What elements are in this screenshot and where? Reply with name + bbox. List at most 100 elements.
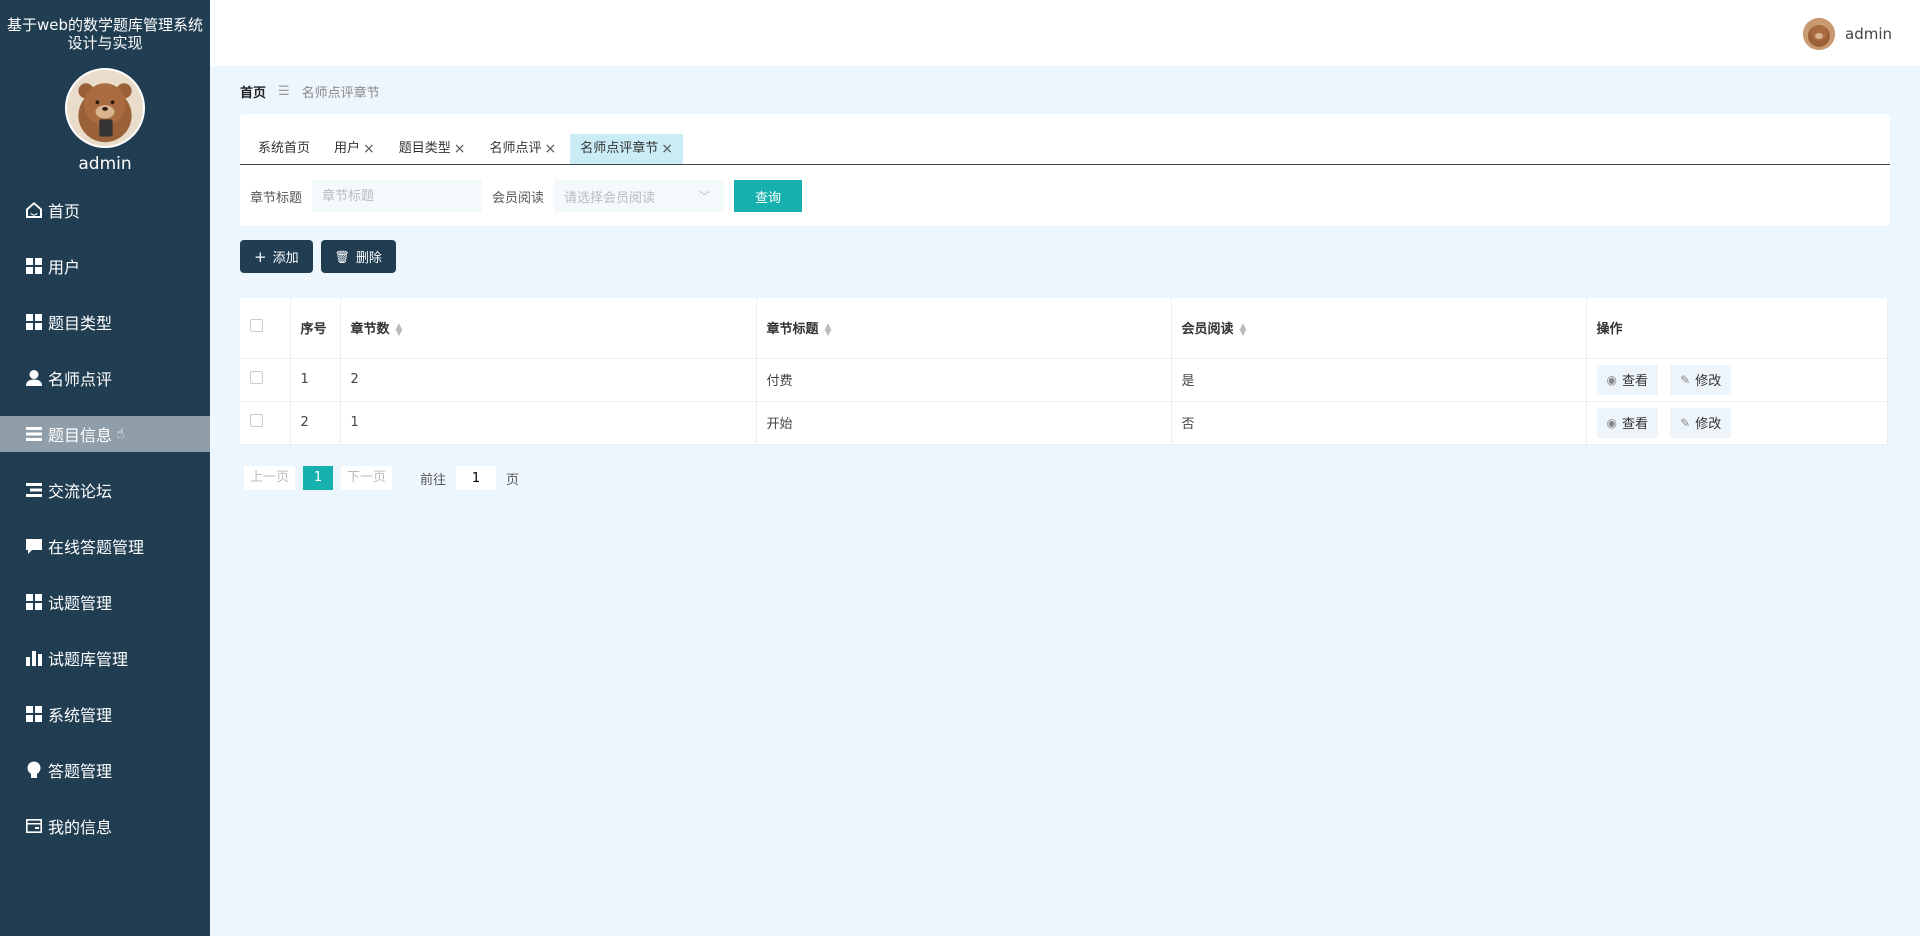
filter-panel: 系统首页 用户 × 题目类型 × 名师点评 × 名师点评章节 × 章节标题 会员… — [240, 114, 1890, 226]
user-menu[interactable]: admin — [1803, 18, 1892, 50]
breadcrumb: 首页 ☰ 名师点评章节 — [240, 82, 380, 101]
cell-chapter-num: 1 — [340, 401, 757, 445]
next-page-button[interactable]: 下一页 — [341, 466, 393, 490]
close-icon[interactable]: × — [454, 134, 466, 164]
member-read-select[interactable]: 请选择会员阅读 ﹀ — [554, 180, 725, 212]
sidebar-item-label: 试题库管理 — [48, 650, 129, 669]
bulb-icon — [24, 760, 44, 780]
avatar-wrap — [0, 68, 210, 148]
cell-operation: ◉ 查看 ✎ 修改 — [1586, 358, 1888, 402]
wallet-icon — [24, 816, 44, 836]
header-label: 章节标题 — [766, 322, 819, 338]
indent-list-icon — [24, 480, 44, 500]
plus-icon: + — [254, 247, 267, 266]
table-header-row: 序号 章节数 ▲ ▼ 章节标题 ▲ ▼ 会员阅读 ▲ ▼ 操作 — [240, 298, 1888, 359]
sidebar-item-label: 名师点评 — [48, 370, 113, 389]
system-title: 基于web的数学题库管理系统设计与实现 — [6, 16, 204, 52]
chapter-title-label: 章节标题 — [250, 190, 303, 206]
header-label: 会员阅读 — [1181, 322, 1234, 338]
row-select-cell — [240, 358, 291, 402]
add-button-label: 添加 — [272, 251, 299, 266]
data-table: 序号 章节数 ▲ ▼ 章节标题 ▲ ▼ 会员阅读 ▲ ▼ 操作 1 2 付费 是 ◉ 查看 ✎… — [240, 298, 1888, 445]
prev-page-button[interactable]: 上一页 — [244, 466, 296, 490]
pagination: 上一页 1 下一页 前往 页 — [244, 466, 519, 490]
tab-users[interactable]: 用户 × — [324, 134, 385, 164]
sidebar-item-home[interactable]: 首页 — [0, 192, 210, 228]
member-read-label: 会员阅读 — [492, 190, 545, 206]
grid-icon — [24, 592, 44, 612]
cell-member-read: 是 — [1171, 358, 1587, 402]
bar-chart-icon — [24, 648, 44, 668]
edit-button[interactable]: ✎ 修改 — [1670, 407, 1732, 438]
select-all-cell — [240, 298, 291, 359]
view-button[interactable]: ◉ 查看 — [1596, 364, 1658, 395]
table-row: 2 1 开始 否 ◉ 查看 ✎ 修改 — [240, 401, 1888, 445]
query-button[interactable]: 查询 — [734, 180, 803, 212]
view-button[interactable]: ◉ 查看 — [1596, 407, 1658, 438]
grid-icon — [24, 312, 44, 332]
tab-bar: 系统首页 用户 × 题目类型 × 名师点评 × 名师点评章节 × — [240, 134, 1890, 165]
edit-label: 修改 — [1695, 374, 1722, 389]
avatar[interactable] — [65, 68, 145, 148]
goto-label: 前往 — [420, 472, 447, 488]
list-icon — [24, 424, 44, 444]
goto-page: 前往 页 — [420, 466, 519, 490]
row-checkbox[interactable] — [250, 414, 263, 427]
sidebar-item-label: 答题管理 — [48, 762, 113, 781]
tab-label: 用户 — [334, 141, 361, 156]
tab-teacher-review[interactable]: 名师点评 × — [480, 134, 567, 164]
sidebar-item-online-answer[interactable]: 在线答题管理 — [0, 528, 210, 564]
close-icon[interactable]: × — [545, 134, 557, 164]
sort-icon[interactable]: ▲ ▼ — [825, 322, 832, 337]
select-all-checkbox[interactable] — [250, 319, 263, 333]
sidebar-item-question-bank[interactable]: 试题库管理 — [0, 640, 210, 676]
edit-label: 修改 — [1695, 417, 1722, 432]
breadcrumb-separator-icon: ☰ — [278, 84, 290, 99]
grid-icon — [24, 256, 44, 276]
tab-system-home[interactable]: 系统首页 — [248, 134, 320, 164]
header-chapter-title[interactable]: 章节标题 ▲ ▼ — [756, 298, 1172, 359]
cursor-hand-icon: ☝ — [116, 426, 125, 442]
sidebar-item-teacher-review[interactable]: 名师点评 — [0, 360, 210, 396]
sidebar-item-forum[interactable]: 交流论坛 — [0, 472, 210, 508]
eye-icon: ◉ — [1606, 372, 1617, 387]
delete-button-label: 删除 — [355, 251, 382, 266]
header-chapter-num[interactable]: 章节数 ▲ ▼ — [340, 298, 757, 359]
view-label: 查看 — [1621, 374, 1648, 389]
tab-question-types[interactable]: 题目类型 × — [389, 134, 476, 164]
home-icon — [24, 200, 44, 220]
sidebar-item-answer-management[interactable]: 答题管理 — [0, 752, 210, 788]
page-number-current[interactable]: 1 — [303, 466, 334, 490]
eye-icon: ◉ — [1606, 415, 1617, 430]
delete-button[interactable]: 🗑 删除 — [320, 240, 396, 273]
chapter-title-input[interactable] — [312, 180, 483, 212]
edit-button[interactable]: ✎ 修改 — [1670, 364, 1732, 395]
goto-page-input[interactable] — [456, 466, 497, 490]
add-button[interactable]: + 添加 — [240, 240, 313, 273]
tab-teacher-review-chapters[interactable]: 名师点评章节 × — [570, 134, 684, 164]
trash-icon: 🗑 — [334, 249, 350, 264]
sidebar-item-question-info[interactable]: 题目信息 ☝ — [0, 416, 210, 452]
tab-label: 系统首页 — [258, 141, 311, 156]
sort-icon[interactable]: ▲ ▼ — [1240, 322, 1247, 337]
close-icon[interactable]: × — [363, 134, 375, 164]
cell-chapter-title: 开始 — [756, 401, 1172, 445]
row-checkbox[interactable] — [250, 371, 263, 384]
sidebar-item-label: 用户 — [48, 258, 81, 277]
sort-icon[interactable]: ▲ ▼ — [396, 322, 403, 337]
action-row: + 添加 🗑 删除 — [240, 240, 404, 273]
breadcrumb-home[interactable]: 首页 — [240, 82, 266, 101]
sidebar-item-my-info[interactable]: 我的信息 — [0, 808, 210, 844]
tab-label: 名师点评章节 — [580, 141, 659, 156]
sidebar-item-system[interactable]: 系统管理 — [0, 696, 210, 732]
search-row: 章节标题 会员阅读 请选择会员阅读 ﹀ 查询 — [250, 180, 803, 212]
breadcrumb-current: 名师点评章节 — [301, 86, 380, 101]
close-icon[interactable]: × — [661, 134, 673, 164]
header-member-read[interactable]: 会员阅读 ▲ ▼ — [1171, 298, 1587, 359]
sidebar-item-label: 试题管理 — [48, 594, 113, 613]
chat-icon — [24, 536, 44, 556]
tab-label: 题目类型 — [398, 141, 451, 156]
sidebar-item-exam-questions[interactable]: 试题管理 — [0, 584, 210, 620]
sidebar-item-users[interactable]: 用户 — [0, 248, 210, 284]
sidebar-item-question-types[interactable]: 题目类型 — [0, 304, 210, 340]
